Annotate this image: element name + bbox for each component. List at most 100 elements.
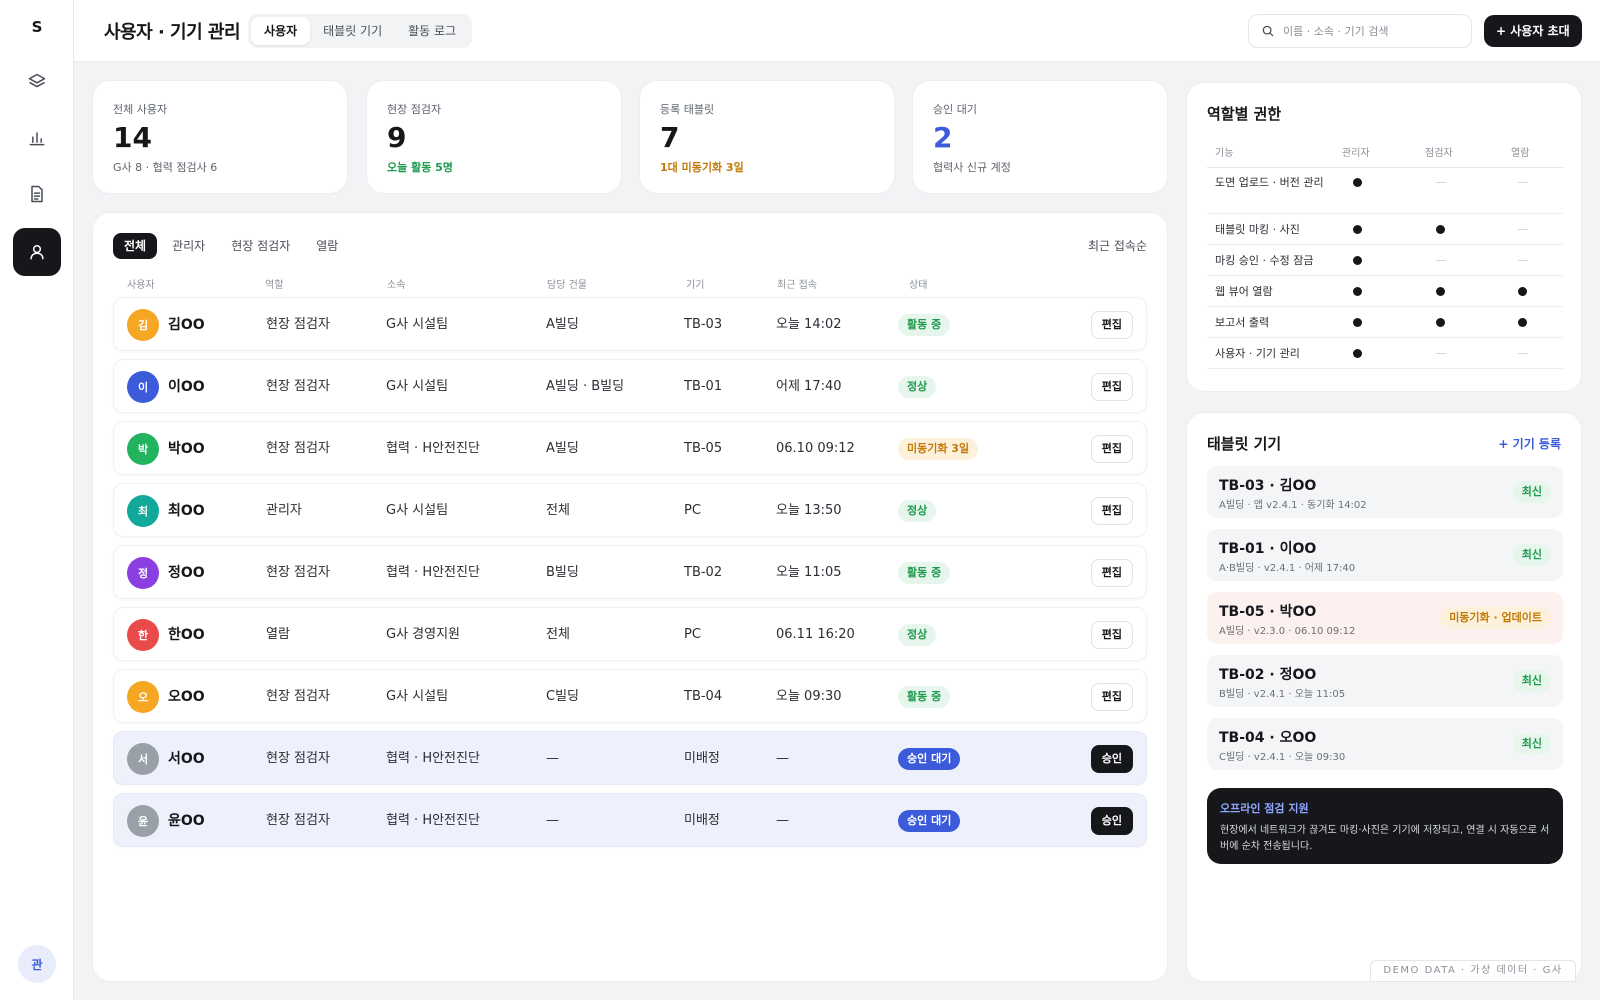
search-input[interactable]: [1283, 24, 1463, 38]
edit-button[interactable]: 편집: [1090, 435, 1133, 463]
stat-sub: 협력사 신규 계정: [933, 161, 1011, 174]
permission-granted-dot: [1353, 287, 1362, 296]
user-role: 현장 점검자: [266, 813, 330, 828]
user-org: G사 시설팀: [386, 379, 449, 394]
user-building: —: [546, 751, 559, 766]
device-card[interactable]: TB-04 · 오OO C빌딩 · v2.4.1 · 오늘 09:30 최신: [1207, 718, 1563, 770]
user-name: 한OO: [168, 627, 205, 643]
approve-button[interactable]: 승인: [1090, 807, 1133, 835]
panel-title: 역할별 권한: [1207, 105, 1282, 123]
nav-layers[interactable]: [13, 58, 61, 106]
permission-granted-dot: [1353, 349, 1362, 358]
tab-tablets[interactable]: 태블릿 기기: [310, 17, 395, 45]
column-header-last-access: 최근 접속: [777, 280, 817, 291]
edit-button[interactable]: 편집: [1090, 621, 1133, 649]
permission-row: 보고서 출력: [1207, 307, 1563, 338]
device-details: A빌딩 · 앱 v2.4.1 · 동기화 14:02: [1219, 500, 1367, 511]
column-header-role: 역할: [265, 280, 284, 291]
status-badge: 정상: [898, 375, 937, 398]
user-role: 현장 점검자: [266, 689, 330, 704]
status-cell: 활동 중: [898, 546, 951, 600]
table-row[interactable]: 김 김OO 현장 점검자 G사 시설팀 A빌딩 TB-03 오늘 14:02 활동 중 편집: [113, 297, 1147, 351]
search-box[interactable]: [1248, 14, 1472, 48]
status-cell: 승인 대기: [898, 794, 961, 848]
edit-button[interactable]: 편집: [1090, 373, 1133, 401]
view-tabs: 사용자 태블릿 기기 활동 로그: [248, 14, 473, 48]
avatar: 정: [127, 557, 159, 589]
invite-user-button[interactable]: + 사용자 초대: [1484, 15, 1582, 47]
tab-users[interactable]: 사용자: [251, 17, 311, 45]
add-device-link[interactable]: + 기기 등록: [1498, 435, 1561, 452]
edit-button[interactable]: 편집: [1090, 311, 1133, 339]
device-card[interactable]: TB-01 · 이OO A·B빌딩 · v2.4.1 · 어제 17:40 최신: [1207, 529, 1563, 581]
edit-button[interactable]: 편집: [1090, 683, 1133, 711]
user-org: G사 시설팀: [386, 689, 449, 704]
user-icon: [30, 245, 44, 260]
device-title: TB-04 · 오OO: [1219, 730, 1317, 746]
nav-documents[interactable]: [13, 170, 61, 218]
user-name: 김OO: [168, 317, 205, 333]
status-badge: 승인 대기: [898, 809, 961, 832]
permission-label: 도면 업로드 · 버전 관리: [1215, 176, 1324, 189]
current-user-avatar[interactable]: 관: [18, 945, 56, 983]
offline-text: 현장에서 네트워크가 끊겨도 마킹·사진은 기기에 저장되고, 연결 시 자동으…: [1220, 825, 1550, 852]
edit-button[interactable]: 편집: [1090, 559, 1133, 587]
status-cell: 정상: [898, 360, 937, 414]
table-row[interactable]: 최 최OO 관리자 G사 시설팀 전체 PC 오늘 13:50 정상 편집: [113, 483, 1147, 537]
permission-granted-dot: [1518, 287, 1527, 296]
column-header-building: 담당 건물: [547, 280, 587, 291]
device-card[interactable]: TB-05 · 박OO A빌딩 · v2.3.0 · 06.10 09:12 미동기…: [1207, 592, 1563, 644]
table-row[interactable]: 박 박OO 현장 점검자 협력 · H안전진단 A빌딩 TB-05 06.10 09:12 미…: [113, 421, 1147, 475]
permission-granted-dot: [1436, 225, 1445, 234]
stat-card-inspectors: 현장 점검자 9 오늘 활동 5명: [366, 80, 622, 194]
user-building: A빌딩: [546, 441, 579, 456]
permission-none-dash: [1436, 260, 1446, 261]
filter-viewer[interactable]: 열람: [305, 233, 349, 259]
avatar: 박: [127, 433, 159, 465]
edit-button[interactable]: 편집: [1090, 497, 1133, 525]
stat-card-pending-approval: 승인 대기 2 협력사 신규 계정: [912, 80, 1168, 194]
filter-inspector[interactable]: 현장 점검자: [220, 233, 301, 259]
user-org: G사 경영지원: [386, 627, 461, 642]
permission-granted-dot: [1436, 287, 1445, 296]
table-row[interactable]: 한 한OO 열람 G사 경영지원 전체 PC 06.11 16:20 정상 편집: [113, 607, 1147, 661]
role-filter-tabs: 전체 관리자 현장 점검자 열람: [113, 233, 349, 259]
device-title: TB-05 · 박OO: [1219, 604, 1317, 620]
perm-column-viewer: 열람: [1511, 148, 1530, 159]
device-details: A·B빌딩 · v2.4.1 · 어제 17:40: [1219, 563, 1356, 574]
permission-label: 태블릿 마킹 · 사진: [1215, 223, 1300, 236]
device-card[interactable]: TB-03 · 김OO A빌딩 · 앱 v2.4.1 · 동기화 14:02 최신: [1207, 466, 1563, 518]
stat-sub: G사 8 · 협력 점검사 6: [113, 161, 218, 174]
sidebar: S 관: [0, 0, 74, 1000]
table-row[interactable]: 정 정OO 현장 점검자 협력 · H안전진단 B빌딩 TB-02 오늘 11:05 활동 중…: [113, 545, 1147, 599]
user-last: 어제 17:40: [776, 379, 842, 394]
avatar: 김: [127, 309, 159, 341]
filter-admin[interactable]: 관리자: [161, 233, 216, 259]
table-row[interactable]: 서 서OO 현장 점검자 협력 · H안전진단 — 미배정 — 승인 대기 승인: [113, 731, 1147, 785]
permission-row: 사용자 · 기기 관리: [1207, 338, 1563, 369]
table-row[interactable]: 이 이OO 현장 점검자 G사 시설팀 A빌딩 · B빌딩 TB-01 어제 17:40 정상…: [113, 359, 1147, 413]
column-header-user: 사용자: [127, 280, 155, 291]
nav-users[interactable]: [13, 228, 61, 276]
device-title: TB-03 · 김OO: [1219, 478, 1317, 494]
permission-label: 보고서 출력: [1215, 316, 1270, 329]
permission-granted-dot: [1353, 318, 1362, 327]
stat-value: 14: [113, 121, 152, 154]
sort-recent-access[interactable]: 최근 접속순: [1088, 237, 1147, 254]
user-device: 미배정: [684, 813, 720, 828]
table-row[interactable]: 오 오OO 현장 점검자 G사 시설팀 C빌딩 TB-04 오늘 09:30 활동 중 편집: [113, 669, 1147, 723]
demo-data-label: DEMO DATA · 가상 데이터 · G사: [1370, 960, 1576, 982]
permission-row: 태블릿 마킹 · 사진: [1207, 214, 1563, 245]
avatar: 서: [127, 743, 159, 775]
device-card[interactable]: TB-02 · 정OO B빌딩 · v2.4.1 · 오늘 11:05 최신: [1207, 655, 1563, 707]
user-org: 협력 · H안전진단: [386, 751, 480, 766]
nav-stats[interactable]: [13, 114, 61, 162]
user-last: 오늘 09:30: [776, 689, 842, 704]
user-device: TB-05: [684, 441, 723, 456]
approve-button[interactable]: 승인: [1090, 745, 1133, 773]
status-badge: 미동기화 3일: [898, 437, 979, 460]
offline-support-notice: 오프라인 점검 지원 현장에서 네트워크가 끊겨도 마킹·사진은 기기에 저장되…: [1207, 788, 1563, 864]
table-row[interactable]: 윤 윤OO 현장 점검자 협력 · H안전진단 — 미배정 — 승인 대기 승인: [113, 793, 1147, 847]
tab-activity-log[interactable]: 활동 로그: [395, 17, 469, 45]
filter-all[interactable]: 전체: [113, 233, 158, 259]
